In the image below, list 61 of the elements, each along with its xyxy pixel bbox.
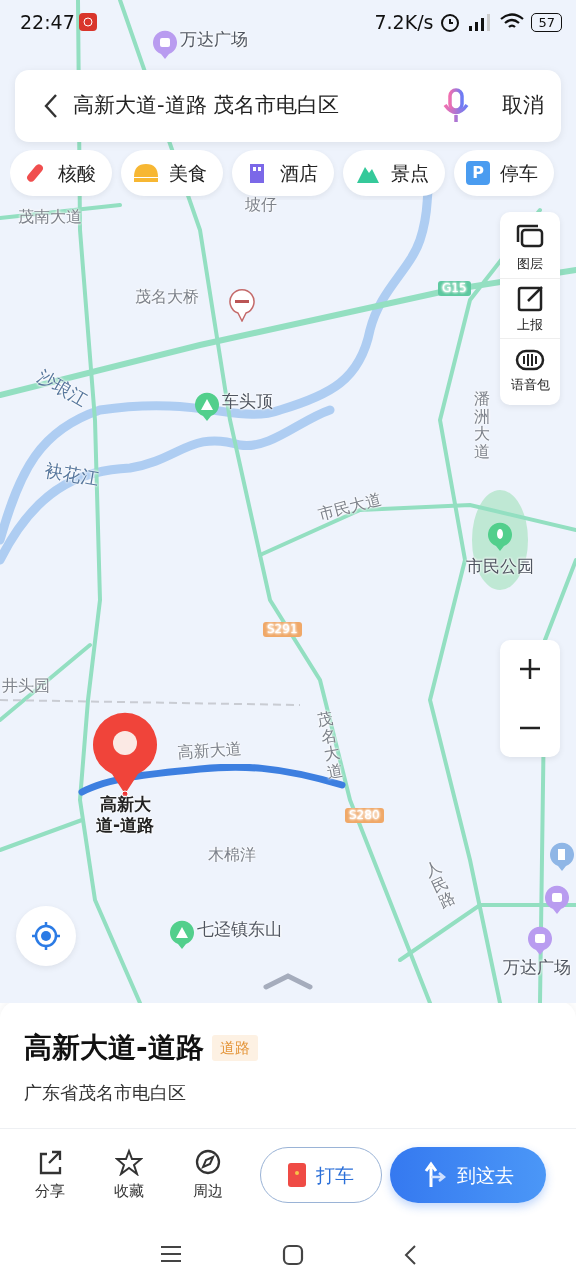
action-button[interactable]: 收藏 <box>101 1147 157 1204</box>
map-label: 市民大道 <box>316 490 384 524</box>
map-label: 市民公园 <box>466 557 534 576</box>
back-icon[interactable] <box>402 1244 417 1266</box>
marker-label: 高新大道-道路 <box>94 794 156 837</box>
no-entry-icon <box>229 288 255 322</box>
map-label: 袂花江 <box>43 460 101 490</box>
microphone-icon[interactable] <box>441 88 471 124</box>
home-icon[interactable] <box>282 1244 304 1266</box>
map-label: 木棉洋 <box>208 846 256 864</box>
place-title: 高新大道-道路 <box>24 1030 204 1066</box>
mountain-icon[interactable] <box>169 920 195 950</box>
map-label: 万达广场 <box>180 30 248 49</box>
map-label: 潘洲大道 <box>474 390 490 461</box>
map-label: 人民路 <box>421 857 459 912</box>
map-label: 茂名大道 <box>316 709 344 782</box>
map-label: 高新大道 <box>177 739 243 762</box>
tree-icon[interactable] <box>487 522 513 552</box>
road-number-sign: G15 <box>438 281 471 297</box>
alarm-icon <box>439 11 462 34</box>
zoom-in-icon[interactable] <box>518 657 542 682</box>
star-icon <box>115 1148 143 1176</box>
road-number-sign: S291 <box>263 622 302 638</box>
map-tool-button[interactable]: 上报 <box>500 277 560 338</box>
action-button[interactable]: 周边 <box>180 1147 236 1204</box>
map-label: 沙琅江 <box>33 365 91 410</box>
location-pin-icon <box>92 710 158 796</box>
category-chip[interactable]: 美食 <box>121 150 223 196</box>
place-type-tag: 道路 <box>211 1034 258 1062</box>
place-address: 广东省茂名市电白区 <box>23 1081 187 1105</box>
taxi-button[interactable]: 打车 <box>260 1147 382 1204</box>
road-number-sign: S280 <box>345 808 384 824</box>
cancel-button[interactable]: 取消 <box>501 89 545 123</box>
status-time: 22:47 <box>20 10 75 35</box>
compass-icon <box>194 1148 223 1176</box>
route-arrow-icon <box>422 1161 447 1190</box>
action-button[interactable]: 分享 <box>22 1147 78 1204</box>
battery-level: 57 <box>531 12 562 32</box>
search-query[interactable]: 高新大道-道路 茂名市电白区 <box>73 90 427 122</box>
network-speed: 7.2K/s <box>374 10 434 35</box>
category-chip[interactable]: 景点 <box>343 150 445 196</box>
back-icon[interactable] <box>43 93 59 119</box>
fuel-pump-icon[interactable] <box>549 842 575 872</box>
map-tool-button[interactable]: 语音包 <box>500 338 560 399</box>
category-chip[interactable]: 核酸 <box>10 150 112 196</box>
parking-icon: P <box>466 161 490 185</box>
locate-icon <box>30 920 62 952</box>
shopping-bag-icon[interactable] <box>152 30 178 60</box>
map-label: 茂名大桥 <box>135 288 199 306</box>
map-label: 七迳镇东山 <box>197 920 282 939</box>
mountain-icon[interactable] <box>194 392 220 422</box>
category-chip[interactable]: 酒店 <box>232 150 334 196</box>
map-label: 坡仔 <box>245 196 277 214</box>
map-tool-button[interactable]: 图层 <box>500 218 560 278</box>
envelope-icon <box>288 1163 306 1188</box>
expand-handle-icon[interactable] <box>263 972 313 990</box>
shopping-bag-icon[interactable] <box>527 926 553 956</box>
menu-icon[interactable] <box>159 1244 184 1264</box>
food-dome-icon <box>133 163 159 183</box>
category-chip[interactable]: P 停车 <box>454 150 554 196</box>
shopping-bag-icon[interactable] <box>544 885 570 915</box>
